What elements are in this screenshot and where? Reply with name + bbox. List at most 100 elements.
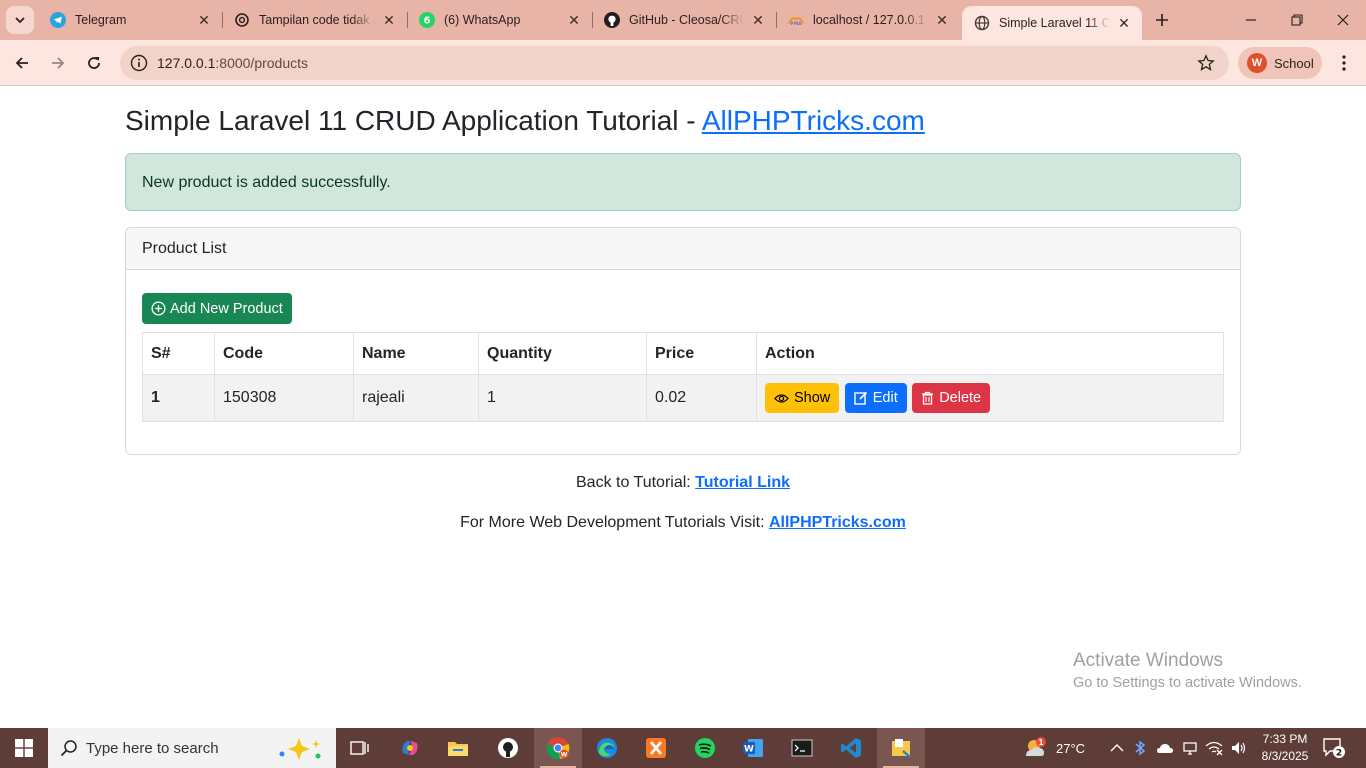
url-host: 127.0.0.1 [157,55,216,71]
browser-menu-button[interactable] [1332,49,1356,77]
chatgpt-icon [234,12,250,28]
heading-link[interactable]: AllPHPTricks.com [702,105,925,136]
profile-button[interactable]: W School [1238,47,1322,79]
notification-center-button[interactable]: 2 [1322,728,1346,768]
minimize-icon [1246,19,1256,21]
show-label: Show [794,390,831,406]
spotify-app[interactable] [681,728,729,768]
chevron-down-icon [15,17,25,24]
clock[interactable]: 7:33 PM 8/3/2025 [1253,731,1317,765]
github-desktop-app[interactable] [484,728,532,768]
edge-app[interactable] [583,728,631,768]
avatar: W [1247,53,1267,73]
start-button[interactable] [0,728,48,768]
cell-quantity: 1 [478,374,647,422]
github-icon [604,12,620,28]
show-button[interactable]: Show [765,383,840,413]
notification-count: 2 [1336,749,1342,759]
reload-icon [88,57,100,69]
tab-title: localhost / 127.0.0.1 / [813,13,928,27]
word-icon: W [743,739,763,757]
restore-button[interactable] [1274,0,1320,40]
tab-telegram[interactable]: Telegram ✕ [38,0,223,40]
cloud-sync-icon[interactable] [1156,741,1174,755]
taskbar-search[interactable]: Type here to search [48,728,336,768]
weather-temp: 27°C [1056,740,1086,756]
success-alert: New product is added successfully. [125,153,1241,211]
close-window-button[interactable] [1320,0,1366,40]
active-app[interactable] [877,728,925,768]
word-app[interactable]: W [729,728,777,768]
vscode-app[interactable] [827,728,875,768]
vscode-icon [841,738,861,758]
close-tab-icon[interactable]: ✕ [381,12,397,28]
page-title: Simple Laravel 11 CRUD Application Tutor… [125,105,925,137]
reload-button[interactable] [80,49,108,77]
tab-chatgpt[interactable]: Tampilan code tidak muncul ✕ [222,0,408,40]
add-product-button[interactable]: Add New Product [142,293,292,324]
trash-icon [922,391,934,405]
tab-title: (6) WhatsApp [444,13,521,27]
tab-github[interactable]: GitHub - Cleosa/CRUD ✕ [592,0,777,40]
address-bar[interactable]: 127.0.0.1:8000/products [120,46,1229,80]
edit-button[interactable]: Edit [844,383,907,413]
url-text[interactable]: 127.0.0.1:8000/products [157,55,308,71]
product-list-card: Product List Add New Product S# Code Nam… [125,227,1241,455]
close-icon [1337,14,1349,26]
weather-badge: 1 [1038,738,1043,747]
delete-button[interactable]: Delete [912,383,991,413]
close-tab-icon[interactable]: ✕ [196,12,212,28]
volume-icon[interactable] [1230,740,1246,756]
tab-phpmyadmin[interactable]: PMA localhost / 127.0.0.1 / ✕ [776,0,960,40]
more-label: For More Web Development Tutorials Visit… [460,514,769,531]
tab-title: Telegram [75,13,127,27]
taskbar: Type here to search W W 1 27°C 7:33 PM 8… [0,728,1366,768]
whatsapp-icon: 6 [419,12,435,28]
allphptricks-link[interactable]: AllPHPTricks.com [769,514,906,531]
task-view-button[interactable] [336,728,384,768]
card-header: Product List [126,228,1240,270]
close-tab-icon[interactable]: ✕ [566,12,582,28]
close-tab-icon[interactable]: ✕ [1116,15,1132,31]
add-product-label: Add New Product [170,300,283,317]
chrome-icon: W [546,737,570,760]
terminal-app[interactable] [778,728,826,768]
delete-label: Delete [939,390,982,406]
file-explorer-app[interactable] [434,728,482,768]
close-tab-icon[interactable]: ✕ [750,12,766,28]
chrome-app[interactable]: W [534,728,582,768]
windows-logo-icon [15,739,33,757]
url-path: :8000/products [215,55,309,71]
telegram-icon [50,12,66,28]
copilot-app[interactable] [386,728,434,768]
weather-widget[interactable]: 1 27°C [1022,728,1085,768]
bookmark-star-icon[interactable] [1197,54,1215,72]
cell-code: 150308 [214,374,354,422]
arrow-right-icon [52,57,65,69]
xampp-app[interactable] [632,728,680,768]
tab-whatsapp[interactable]: 6 (6) WhatsApp ✕ [407,0,593,40]
minimize-button[interactable] [1228,0,1274,40]
bluetooth-icon[interactable] [1134,740,1146,756]
forward-button[interactable] [44,49,72,77]
wifi-off-icon[interactable] [1205,740,1223,756]
folder-icon [448,742,468,756]
tutorial-link[interactable]: Tutorial Link [695,474,790,491]
tab-laravel-crud[interactable]: Simple Laravel 11 CRUD ✕ [962,6,1142,40]
site-info-icon[interactable] [130,54,148,72]
back-label: Back to Tutorial: [576,474,696,491]
tab-search-button[interactable] [6,6,34,34]
arrow-left-icon [15,57,28,69]
more-tutorials: For More Web Development Tutorials Visit… [0,514,1366,532]
close-tab-icon[interactable]: ✕ [934,12,950,28]
page-title-text: Simple Laravel 11 CRUD Application Tutor… [125,105,702,136]
column-header: S# [142,332,215,375]
new-tab-button[interactable] [1150,8,1174,32]
back-button[interactable] [8,49,36,77]
tab-strip: Telegram ✕ Tampilan code tidak muncul ✕ … [0,0,1366,40]
display-icon[interactable] [1182,740,1198,756]
profile-name: School [1274,55,1314,71]
chevron-up-icon[interactable] [1110,743,1124,753]
watermark-subtitle: Go to Settings to activate Windows. [1073,675,1302,691]
spotify-icon [695,738,715,758]
